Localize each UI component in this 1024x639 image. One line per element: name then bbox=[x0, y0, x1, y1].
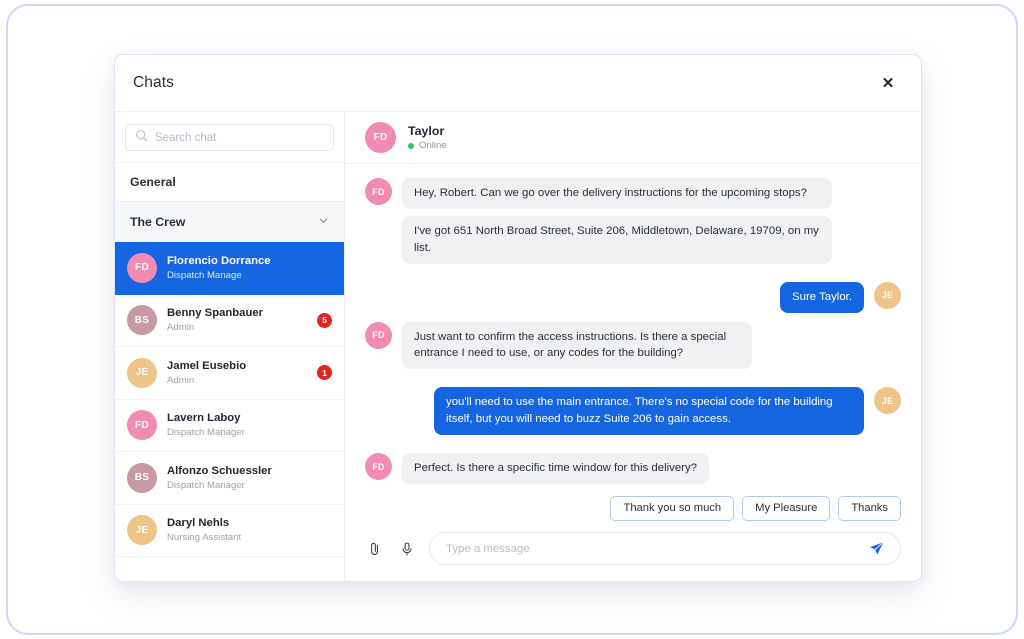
message-composer bbox=[345, 532, 921, 581]
sidebar: General The Crew FD Florencio Dorrance bbox=[115, 112, 345, 581]
avatar: BS bbox=[127, 305, 157, 336]
unread-badge: 1 bbox=[317, 365, 332, 381]
contact-text: Lavern Laboy Dispatch Manager bbox=[167, 411, 332, 439]
avatar: FD bbox=[365, 453, 392, 480]
chevron-down-icon bbox=[318, 215, 329, 229]
conversation-header: FD Taylor Online bbox=[345, 112, 921, 164]
bubble-column: Perfect. Is there a specific time window… bbox=[402, 453, 709, 484]
contact-row-florencio-dorrance[interactable]: FD Florencio Dorrance Dispatch Manage bbox=[115, 242, 344, 295]
contact-row-benny-spanbauer[interactable]: BS Benny Spanbauer Admin 5 bbox=[115, 294, 344, 347]
avatar: FD bbox=[365, 122, 396, 153]
quick-reply-thanks[interactable]: Thanks bbox=[838, 495, 901, 521]
message-bubble: you'll need to use the main entrance. Th… bbox=[434, 387, 864, 435]
quick-reply-my-pleasure[interactable]: My Pleasure bbox=[742, 495, 831, 521]
avatar: BS bbox=[127, 462, 157, 493]
message-input[interactable] bbox=[446, 542, 856, 555]
avatar: FD bbox=[127, 410, 157, 441]
page-title: Chats bbox=[133, 74, 174, 91]
sidebar-group-the-crew-label: The Crew bbox=[130, 214, 186, 229]
send-icon[interactable] bbox=[866, 539, 886, 559]
message-group-incoming: FD Hey, Robert. Can we go over the deliv… bbox=[365, 178, 901, 264]
search-input[interactable] bbox=[155, 131, 324, 144]
quick-reply-bar: Thank you so much My Pleasure Thanks bbox=[345, 490, 921, 532]
peer-status-label: Online bbox=[419, 140, 447, 151]
close-icon[interactable]: ✕ bbox=[877, 72, 899, 94]
paperclip-icon[interactable] bbox=[365, 539, 385, 559]
avatar: JE bbox=[127, 357, 157, 388]
online-status-dot bbox=[408, 142, 414, 149]
contact-row-daryl-nehls[interactable]: JE Daryl Nehls Nursing Assistant bbox=[115, 504, 344, 557]
conversation-panel: FD Taylor Online FD Hey, Robert. Can we … bbox=[345, 112, 921, 581]
avatar: FD bbox=[365, 178, 392, 205]
sidebar-group-general-label: General bbox=[130, 175, 176, 189]
avatar: FD bbox=[365, 321, 392, 349]
contact-name: Lavern Laboy bbox=[167, 412, 241, 425]
quick-reply-thank-you-so-much[interactable]: Thank you so much bbox=[610, 495, 735, 521]
contact-role: Nursing Assistant bbox=[167, 532, 242, 544]
contact-role: Dispatch Manage bbox=[167, 269, 242, 281]
sidebar-group-the-crew[interactable]: The Crew bbox=[115, 202, 344, 242]
message-group-incoming: FD Just want to confirm the access instr… bbox=[365, 321, 901, 370]
sidebar-group-general[interactable]: General bbox=[115, 163, 344, 202]
bubble-column: Hey, Robert. Can we go over the delivery… bbox=[402, 178, 832, 264]
contact-text: Alfonzo Schuessler Dispatch Manager bbox=[167, 464, 332, 492]
modal-header: Chats ✕ bbox=[115, 55, 921, 112]
contact-list: FD Florencio Dorrance Dispatch Manage BS… bbox=[115, 242, 344, 581]
avatar: JE bbox=[874, 387, 901, 415]
message-bubble: I've got 651 North Broad Street, Suite 2… bbox=[402, 215, 832, 264]
search-row bbox=[115, 112, 344, 163]
contact-role: Dispatch Manager bbox=[167, 479, 245, 491]
avatar: JE bbox=[874, 281, 901, 309]
unread-badge: 5 bbox=[317, 312, 332, 328]
bubble-column: Just want to confirm the access instruct… bbox=[402, 321, 752, 370]
message-group-incoming: FD Perfect. Is there a specific time win… bbox=[365, 453, 901, 484]
contact-role: Admin bbox=[167, 322, 195, 334]
search-box[interactable] bbox=[125, 124, 334, 151]
contact-role: Dispatch Manager bbox=[167, 427, 245, 439]
peer-name: Taylor bbox=[408, 124, 445, 138]
message-bubble: Sure Taylor. bbox=[780, 281, 864, 313]
contact-text: Benny Spanbauer Admin bbox=[167, 306, 307, 334]
microphone-icon[interactable] bbox=[397, 539, 417, 559]
contact-name: Daryl Nehls bbox=[167, 517, 230, 530]
bubble-column: Sure Taylor. bbox=[780, 281, 864, 313]
avatar: FD bbox=[127, 252, 157, 283]
peer-status-row: Online bbox=[408, 140, 447, 151]
message-input-field[interactable] bbox=[429, 532, 901, 565]
contact-name: Florencio Dorrance bbox=[167, 254, 271, 267]
contact-row-jamel-eusebio[interactable]: JE Jamel Eusebio Admin 1 bbox=[115, 347, 344, 400]
message-bubble: Just want to confirm the access instruct… bbox=[402, 321, 752, 370]
contact-row-lavern-laboy[interactable]: FD Lavern Laboy Dispatch Manager bbox=[115, 399, 344, 452]
contact-text: Jamel Eusebio Admin bbox=[167, 359, 307, 387]
contact-name: Alfonzo Schuessler bbox=[167, 464, 272, 477]
contact-name: Jamel Eusebio bbox=[167, 359, 247, 372]
contact-text: Florencio Dorrance Dispatch Manage bbox=[167, 254, 332, 282]
message-group-outgoing: Sure Taylor. JE bbox=[365, 281, 901, 313]
search-icon bbox=[135, 129, 148, 147]
message-list: FD Hey, Robert. Can we go over the deliv… bbox=[345, 164, 921, 490]
peer-info: Taylor Online bbox=[408, 124, 447, 151]
message-bubble: Perfect. Is there a specific time window… bbox=[402, 453, 709, 484]
message-bubble: Hey, Robert. Can we go over the delivery… bbox=[402, 178, 832, 209]
contact-name: Benny Spanbauer bbox=[167, 307, 264, 320]
chat-modal-window: Chats ✕ Search chat General The Crew FD … bbox=[114, 54, 922, 582]
contact-role: Admin bbox=[167, 374, 195, 386]
contact-row-alfonzo-schuessler[interactable]: BS Alfonzo Schuessler Dispatch Manager bbox=[115, 452, 344, 505]
message-group-outgoing: you'll need to use the main entrance. Th… bbox=[365, 387, 901, 435]
modal-body: General The Crew FD Florencio Dorrance bbox=[115, 112, 921, 581]
contact-text: Daryl Nehls Nursing Assistant bbox=[167, 516, 332, 544]
bubble-column: you'll need to use the main entrance. Th… bbox=[434, 387, 864, 435]
avatar: JE bbox=[127, 515, 157, 546]
page-frame: Chats ✕ Search chat General The Crew FD … bbox=[6, 4, 1018, 635]
